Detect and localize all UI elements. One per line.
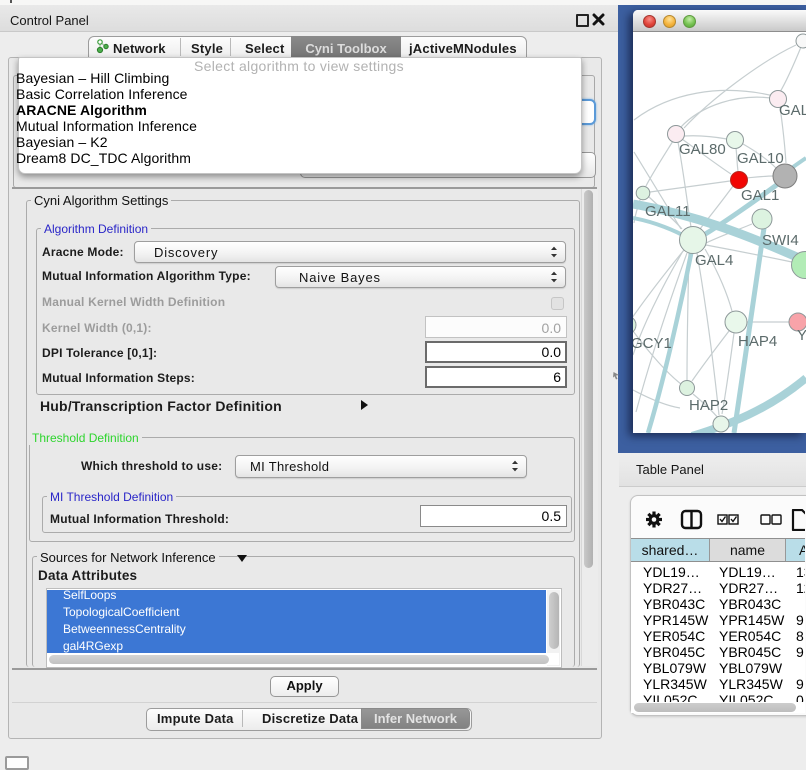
svg-text:GAL11: GAL11 bbox=[645, 203, 691, 220]
svg-text:GCY1: GCY1 bbox=[633, 335, 672, 352]
svg-text:GAL4: GAL4 bbox=[695, 252, 733, 269]
svg-text:GAL80: GAL80 bbox=[679, 141, 726, 158]
svg-text:GAL: GAL bbox=[779, 102, 806, 119]
svg-text:HAP4: HAP4 bbox=[738, 333, 777, 350]
svg-text:SWI4: SWI4 bbox=[762, 232, 799, 249]
svg-text:GAL10: GAL10 bbox=[737, 150, 784, 167]
svg-text:Y: Y bbox=[797, 327, 806, 344]
svg-text:HAP2: HAP2 bbox=[689, 397, 728, 414]
svg-text:GAL1: GAL1 bbox=[741, 187, 779, 204]
